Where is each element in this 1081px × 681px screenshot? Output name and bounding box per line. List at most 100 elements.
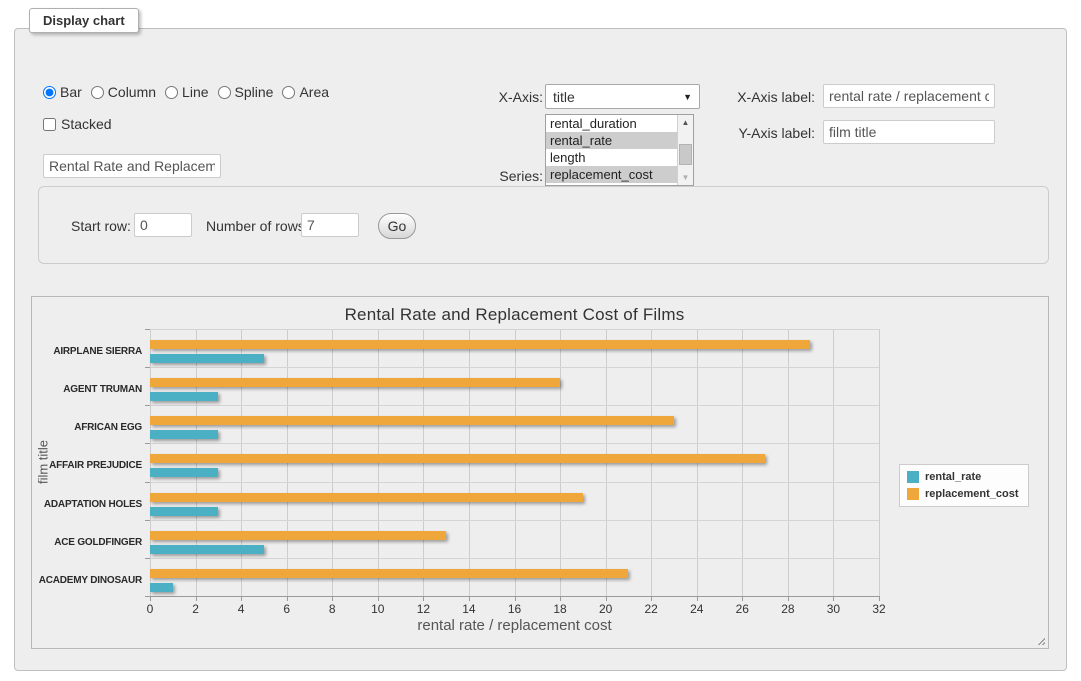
- chart-title: Rental Rate and Replacement Cost of Film…: [150, 305, 879, 325]
- gridline-h: [150, 367, 879, 368]
- number-of-rows-input[interactable]: [301, 213, 359, 237]
- start-row-input[interactable]: [134, 213, 192, 237]
- bar-replacement_cost[interactable]: [150, 569, 628, 578]
- legend-label: rental_rate: [925, 471, 981, 483]
- radio-label: Bar: [60, 84, 82, 100]
- x-axis-label-field-label: X-Axis label:: [727, 89, 815, 105]
- chart-type-radio-area[interactable]: Area: [282, 84, 329, 100]
- series-option-length[interactable]: length: [546, 149, 678, 166]
- legend-swatch-icon: [907, 471, 919, 483]
- category-label: AFFAIR PREJUDICE: [32, 460, 142, 471]
- x-tick-label: 10: [361, 602, 395, 616]
- x-tick-label: 14: [452, 602, 486, 616]
- legend-label: replacement_cost: [925, 488, 1019, 500]
- gridline-h: [150, 520, 879, 521]
- category-label: AIRPLANE SIERRA: [32, 346, 142, 357]
- gridline-h: [150, 482, 879, 483]
- category-label: ACADEMY DINOSAUR: [32, 575, 142, 586]
- y-tick: [145, 405, 150, 406]
- radio-label: Line: [182, 84, 208, 100]
- series-option-replacement_cost[interactable]: replacement_cost: [546, 166, 678, 183]
- bar-replacement_cost[interactable]: [150, 493, 583, 502]
- y-tick: [145, 520, 150, 521]
- y-axis-label-field-label: Y-Axis label:: [727, 125, 815, 141]
- stacked-checkbox[interactable]: [43, 118, 56, 131]
- legend-swatch-icon: [907, 488, 919, 500]
- y-tick: [145, 329, 150, 330]
- stacked-checkbox-row[interactable]: Stacked: [43, 116, 112, 132]
- series-option-rental_rate[interactable]: rental_rate: [546, 132, 678, 149]
- category-label: ACE GOLDFINGER: [32, 537, 142, 548]
- gridline-v: [879, 329, 880, 596]
- gridline-v: [788, 329, 789, 596]
- gridline-h: [150, 405, 879, 406]
- bar-rental_rate[interactable]: [150, 468, 218, 477]
- x-tick-label: 0: [133, 602, 167, 616]
- panel-legend: Display chart: [29, 8, 139, 33]
- bar-replacement_cost[interactable]: [150, 340, 810, 349]
- resize-handle-icon[interactable]: [1035, 635, 1045, 645]
- category-label: AGENT TRUMAN: [32, 384, 142, 395]
- x-axis-select[interactable]: title ▼: [545, 84, 700, 109]
- x-tick-label: 6: [270, 602, 304, 616]
- chevron-down-icon: ▼: [683, 92, 692, 102]
- radio-spline[interactable]: [218, 86, 231, 99]
- bar-rental_rate[interactable]: [150, 354, 264, 363]
- series-options: rental_durationrental_ratelengthreplacem…: [546, 115, 693, 183]
- series-label: Series:: [455, 168, 543, 184]
- x-axis-line: [150, 596, 879, 597]
- bar-rental_rate[interactable]: [150, 507, 218, 516]
- scrollbar-thumb[interactable]: [679, 144, 692, 165]
- bar-replacement_cost[interactable]: [150, 378, 560, 387]
- series-option-rental_duration[interactable]: rental_duration: [546, 115, 678, 132]
- x-tick-label: 12: [406, 602, 440, 616]
- bar-replacement_cost[interactable]: [150, 416, 674, 425]
- legend-item-rental_rate[interactable]: rental_rate: [907, 471, 1019, 483]
- gridline-h: [150, 329, 879, 330]
- series-listbox[interactable]: rental_durationrental_ratelengthreplacem…: [545, 114, 694, 186]
- category-label: AFRICAN EGG: [32, 422, 142, 433]
- display-chart-panel: Display chart BarColumnLineSplineArea St…: [14, 28, 1067, 671]
- bar-rental_rate[interactable]: [150, 583, 173, 592]
- gridline-v: [833, 329, 834, 596]
- start-row-label: Start row:: [71, 218, 131, 234]
- y-tick: [145, 558, 150, 559]
- bar-rental_rate[interactable]: [150, 545, 264, 554]
- radio-line[interactable]: [165, 86, 178, 99]
- bar-rental_rate[interactable]: [150, 392, 218, 401]
- chart-type-radio-line[interactable]: Line: [165, 84, 208, 100]
- bar-rental_rate[interactable]: [150, 430, 218, 439]
- chart-title-input[interactable]: [43, 154, 221, 178]
- x-axis-label-input[interactable]: [823, 84, 995, 108]
- x-tick-label: 26: [725, 602, 759, 616]
- number-of-rows-label: Number of rows:: [206, 218, 309, 234]
- x-tick-label: 32: [862, 602, 896, 616]
- category-label: ADAPTATION HOLES: [32, 499, 142, 510]
- x-tick-label: 28: [771, 602, 805, 616]
- gridline-h: [150, 558, 879, 559]
- x-tick-label: 2: [179, 602, 213, 616]
- chart-legend: rental_rate replacement_cost: [899, 464, 1029, 507]
- chart-type-radio-column[interactable]: Column: [91, 84, 156, 100]
- radio-area[interactable]: [282, 86, 295, 99]
- x-tick-label: 4: [224, 602, 258, 616]
- radio-column[interactable]: [91, 86, 104, 99]
- bar-replacement_cost[interactable]: [150, 454, 765, 463]
- legend-item-replacement_cost[interactable]: replacement_cost: [907, 488, 1019, 500]
- chart-type-radio-bar[interactable]: Bar: [43, 84, 82, 100]
- chart-type-radio-spline[interactable]: Spline: [218, 84, 274, 100]
- scrollbar-down-icon[interactable]: ▼: [678, 170, 693, 185]
- bar-replacement_cost[interactable]: [150, 531, 446, 540]
- chart-x-axis-title: rental rate / replacement cost: [150, 617, 879, 634]
- radio-label: Spline: [235, 84, 274, 100]
- x-tick: [879, 596, 880, 601]
- y-axis-label-input[interactable]: [823, 120, 995, 144]
- radio-label: Column: [108, 84, 156, 100]
- x-tick-label: 20: [589, 602, 623, 616]
- x-axis-select-label: X-Axis:: [455, 89, 543, 105]
- scrollbar-up-icon[interactable]: ▲: [678, 115, 693, 130]
- radio-bar[interactable]: [43, 86, 56, 99]
- go-button[interactable]: Go: [378, 213, 416, 239]
- x-tick-label: 8: [315, 602, 349, 616]
- series-scrollbar[interactable]: ▲ ▼: [677, 115, 693, 185]
